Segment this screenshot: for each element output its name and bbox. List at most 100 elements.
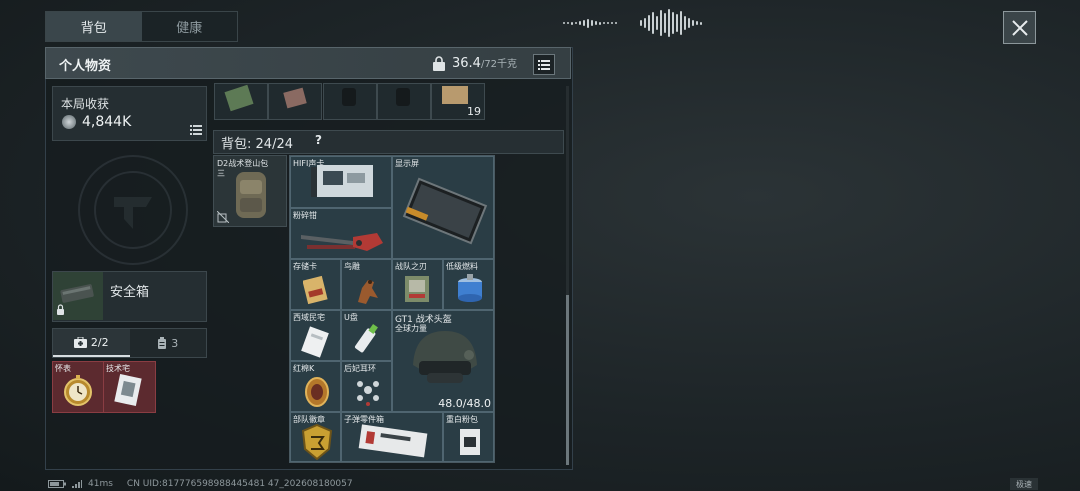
item-label: 鸟雕 (344, 262, 360, 271)
item-squad-blade[interactable]: 战队之刃 (392, 259, 443, 310)
safebox-image (53, 272, 103, 320)
gear-slot-5[interactable]: 19 (431, 83, 485, 120)
inventory-scroll-thumb[interactable] (566, 295, 569, 465)
tab-health[interactable]: 健康 (142, 12, 238, 41)
medkit-icon (73, 336, 87, 348)
gear-slot-1[interactable] (214, 83, 268, 120)
panel-title: 个人物资 (59, 59, 112, 74)
backpack-slot[interactable]: D2战术登山包 三 (213, 155, 287, 227)
item-label: 后妃耳环 (344, 364, 376, 373)
item-hifi-card[interactable]: HIFI声卡 (290, 156, 392, 208)
pocketwatch-icon (64, 375, 92, 406)
harvest-list-icon[interactable] (190, 125, 202, 135)
backpack-count: 24/24 (255, 137, 293, 152)
gear-slot-count: 19 (467, 105, 481, 118)
signal-icon (72, 480, 82, 488)
item-label: 西域民宅 (293, 313, 325, 322)
gear-slot-2[interactable] (268, 83, 322, 120)
item-label: 低级燃料 (446, 262, 478, 271)
item-bullet-parts-box[interactable]: 子弹零件箱 (341, 412, 443, 462)
item-low-grade-fuel[interactable]: 低级燃料 (443, 259, 494, 310)
ping-value: 41ms (88, 479, 113, 489)
earring-icon (357, 381, 379, 406)
display-screen-icon (402, 177, 488, 245)
voice-wave-large-icon (640, 8, 702, 38)
faction-emblem-watermark (78, 155, 188, 265)
shield-badge-icon (301, 423, 333, 461)
green-box-icon (224, 84, 254, 112)
safebox-label: 安全箱 (110, 285, 150, 300)
close-button[interactable] (1003, 11, 1036, 44)
item-red-cotton-k[interactable]: 红棉K (290, 361, 341, 412)
item-label: 显示屏 (395, 159, 419, 168)
medallion-icon (305, 377, 329, 407)
item-western-residence[interactable]: 西域民宅 (290, 310, 341, 361)
item-label: 粉碎钳 (293, 211, 317, 220)
sound-card-icon (311, 165, 373, 197)
item-label: 重白粉包 (446, 415, 478, 424)
sort-list-button[interactable] (533, 54, 555, 75)
weight-current: 36.4 (452, 56, 481, 71)
harvest-label: 本局收获 (61, 97, 110, 111)
helmet-durability: 48.0/48.0 (438, 397, 491, 410)
currency-coin-icon (62, 115, 76, 129)
item-memory-card[interactable]: 存储卡 (290, 259, 341, 310)
list-icon (538, 59, 550, 70)
harvest-value: 4,844K (82, 114, 132, 130)
ammo-parts-box-icon (358, 424, 428, 458)
medkit-count: 2/2 (90, 335, 109, 349)
safe-item-pocketwatch[interactable]: 怀表 (52, 361, 104, 413)
usb-drive-icon (354, 323, 378, 353)
unequip-icon (217, 211, 229, 223)
safe-item-tech-otaku[interactable]: 技术宅 (103, 361, 156, 413)
sd-card-icon (303, 275, 328, 305)
item-bird-carving[interactable]: 鸟雕 (341, 259, 392, 310)
red-case-icon (283, 87, 307, 109)
subtab-medkit[interactable]: 2/2 (53, 329, 130, 357)
canister-count: 3 (171, 336, 179, 350)
faction-emblem-icon (94, 171, 172, 249)
item-label: 存储卡 (293, 262, 317, 271)
bird-statue-icon (358, 280, 378, 304)
vest-icon (342, 88, 356, 106)
backpack-sub: 三 (217, 169, 225, 178)
item-label: 战队之刃 (395, 262, 427, 271)
powder-bag-icon (460, 429, 480, 455)
backpack-label: 背包: (221, 137, 252, 152)
backpack-grid: HIFI声卡 显示屏 粉碎钳 存储卡 鸟雕 战队之刃 低级燃料 西域民宅 U盘 … (289, 155, 495, 463)
document-packet-icon (301, 326, 329, 358)
book-cover-icon (405, 276, 429, 302)
pliers-icon (301, 233, 383, 251)
item-unit-badge[interactable]: 部队徽章 (290, 412, 341, 462)
backpack-icon (236, 172, 266, 218)
item-usb-drive[interactable]: U盘 (341, 310, 392, 361)
weight-lock-icon (433, 56, 445, 71)
tactical-helmet-icon (413, 331, 477, 383)
status-bar: 41ms CN UID:817776598988445481 47_202608… (48, 479, 353, 489)
top-tabs: 背包 健康 (45, 11, 238, 42)
canister-icon (158, 337, 167, 349)
subtab-canister[interactable]: 3 (130, 329, 207, 357)
chest-rig-icon (396, 88, 410, 106)
backpack-capacity: 背包: 24/24 (221, 133, 293, 152)
item-display[interactable]: 显示屏 (392, 156, 494, 259)
item-powder-bag[interactable]: 重白粉包 (443, 412, 494, 462)
fuel-can-icon (458, 274, 482, 302)
safebox-case-icon (57, 284, 94, 315)
tech-card-icon (114, 374, 142, 406)
close-icon (1011, 19, 1028, 36)
container-subtabs: 2/2 3 (52, 328, 207, 358)
weight-readout: 36.4/72千克 (452, 55, 517, 71)
gear-slot-3[interactable] (323, 83, 377, 120)
item-gt1-helmet[interactable]: GT1 战术头盔 全球力量 48.0/48.0 (392, 310, 494, 412)
voice-wave-small-icon (563, 8, 617, 38)
gear-slot-4[interactable] (377, 83, 431, 120)
weight-max: /72千克 (480, 59, 518, 70)
help-button[interactable]: ? (315, 133, 322, 147)
tab-backpack[interactable]: 背包 (46, 12, 142, 41)
speed-mode-badge[interactable]: 极速 (1010, 478, 1038, 490)
item-consort-earring[interactable]: 后妃耳环 (341, 361, 392, 412)
user-uid: CN UID:817776598988445481 47_20260818005… (126, 479, 353, 489)
item-crusher-pliers[interactable]: 粉碎钳 (290, 208, 392, 259)
battery-icon (48, 480, 66, 488)
